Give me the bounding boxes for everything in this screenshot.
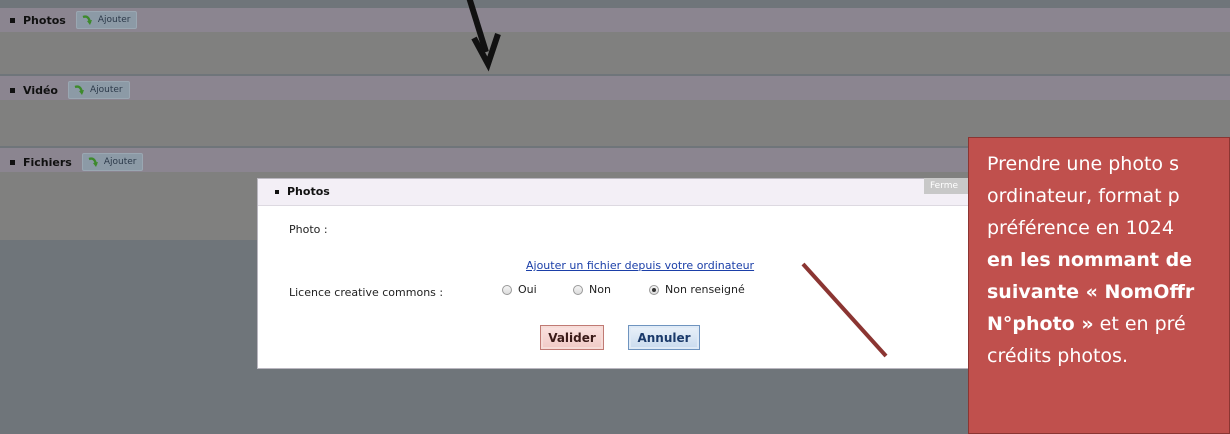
photos-section-body: [0, 32, 1230, 74]
section-title: Vidéo: [23, 83, 58, 97]
license-option-non[interactable]: Non: [573, 283, 611, 296]
add-file-button[interactable]: Ajouter: [81, 153, 144, 171]
radio-label: Oui: [518, 283, 537, 296]
radio-label: Non: [589, 283, 611, 296]
files-section: Fichiers Ajouter: [10, 150, 144, 174]
add-photo-button[interactable]: Ajouter: [75, 11, 138, 29]
bullet-icon: [10, 87, 15, 93]
annotation-line: crédits photos.: [987, 345, 1128, 367]
validate-button[interactable]: Valider: [540, 325, 604, 350]
annotation-line: en les nommant de: [987, 244, 1229, 276]
photo-label: Photo :: [289, 223, 328, 236]
add-video-label: Ajouter: [89, 85, 123, 95]
license-label: Licence creative commons :: [289, 286, 444, 299]
photos-dialog: Photos Ferme Photo : Ajouter un fichier …: [257, 178, 980, 369]
section-title: Photos: [23, 13, 66, 27]
annotation-bold-text: N°photo »: [987, 313, 1094, 335]
annotation-line: préférence en 1024: [987, 217, 1174, 239]
add-file-label: Ajouter: [103, 157, 137, 167]
annotation-line: suivante « NomOffr: [987, 276, 1229, 308]
curved-arrow-icon: [74, 85, 84, 95]
radio-label: Non renseigné: [665, 283, 745, 296]
curved-arrow-icon: [88, 157, 98, 167]
annotation-callout: Prendre une photo s ordinateur, format p…: [968, 137, 1230, 434]
section-title: Fichiers: [23, 155, 72, 169]
dialog-title-text: Photos: [287, 185, 330, 198]
annotation-bold-text: suivante « NomOffr: [987, 281, 1195, 303]
annotation-line: N°photo » et en pré: [987, 308, 1229, 340]
license-option-non-renseigne[interactable]: Non renseigné: [649, 283, 745, 296]
dialog-title: Photos: [275, 185, 330, 198]
dialog-header: Photos: [258, 179, 971, 206]
add-photo-label: Ajouter: [97, 15, 131, 25]
annotation-line: Prendre une photo s: [987, 153, 1179, 175]
radio-button[interactable]: [573, 284, 583, 295]
bullet-icon: [10, 159, 15, 165]
photos-section: Photos Ajouter: [10, 8, 138, 32]
screenshot-stage: Photos Ajouter Vidéo Ajouter Fichiers Aj…: [0, 0, 1230, 434]
bullet-icon: [275, 189, 279, 194]
bullet-icon: [10, 17, 15, 23]
radio-button-selected[interactable]: [649, 284, 659, 295]
add-file-from-computer-link[interactable]: Ajouter un fichier depuis votre ordinate…: [526, 259, 754, 272]
add-video-button[interactable]: Ajouter: [67, 81, 130, 99]
radio-button[interactable]: [502, 284, 512, 295]
curved-arrow-icon: [82, 15, 92, 25]
cancel-button[interactable]: Annuler: [628, 325, 700, 350]
annotation-line: ordinateur, format p: [987, 185, 1180, 207]
photos-section-header: [0, 8, 1230, 32]
annotation-text: et en pré: [1093, 313, 1186, 335]
video-section: Vidéo Ajouter: [10, 78, 130, 102]
down-arrow-icon: [466, 0, 501, 72]
video-section-header: [0, 76, 1230, 100]
annotation-bold-text: en les nommant de: [987, 249, 1193, 271]
license-option-oui[interactable]: Oui: [502, 283, 537, 296]
